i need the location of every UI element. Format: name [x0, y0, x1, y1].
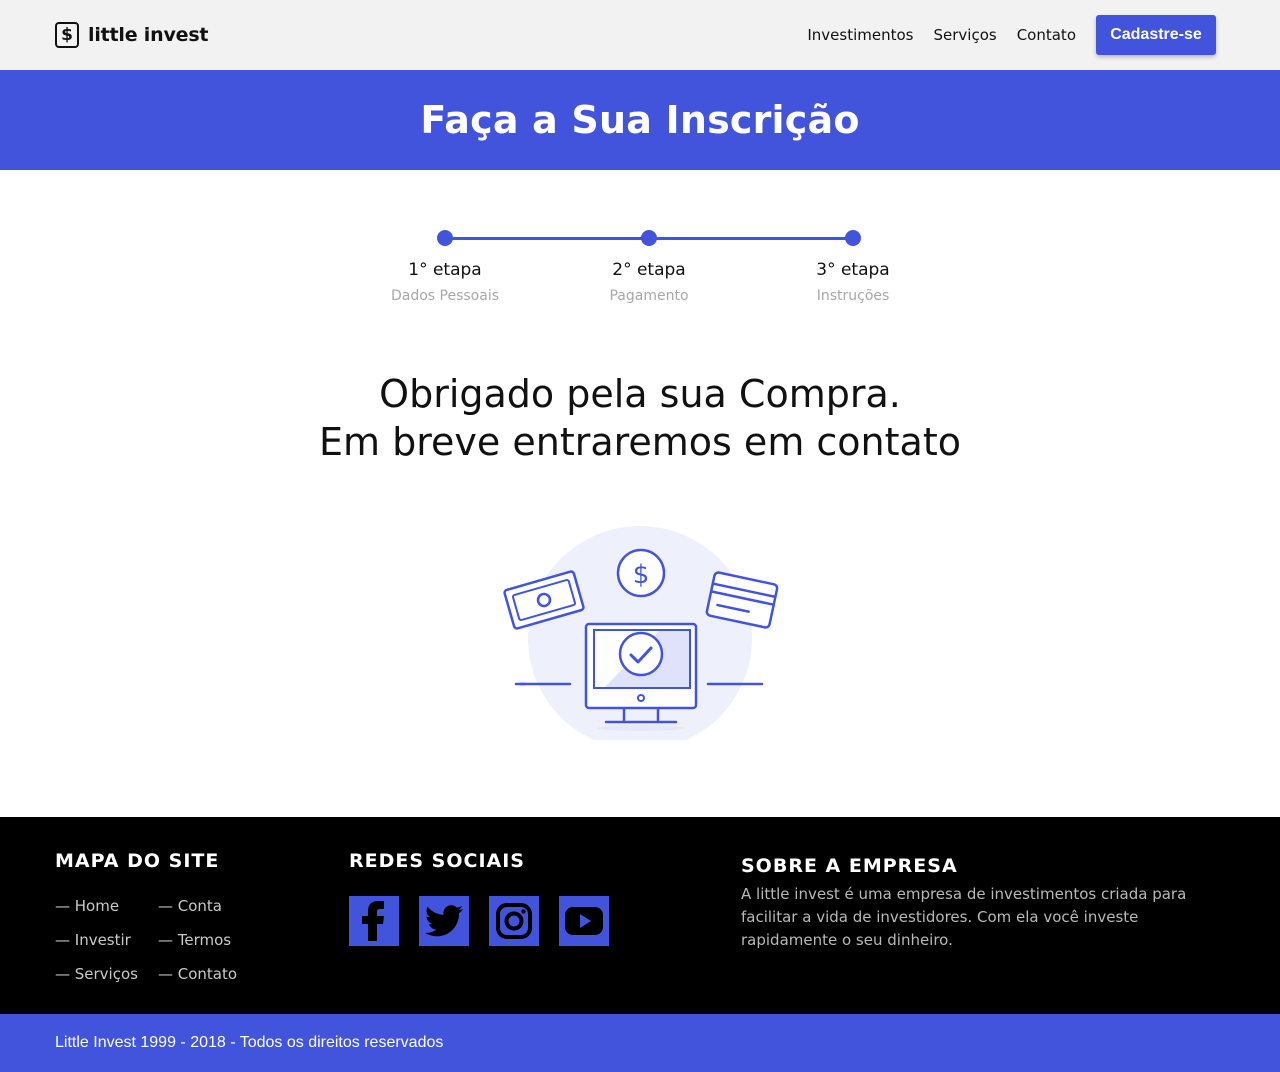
sitemap-home[interactable]: — Home [55, 897, 119, 915]
step-2: 2° etapa Pagamento [564, 220, 734, 304]
step-dot [845, 230, 861, 246]
page-banner: Faça a Sua Inscrição [0, 70, 1280, 170]
step-subtitle: Dados Pessoais [390, 288, 500, 304]
site-footer: MAPA DO SITE — Home — Conta — Investir —… [0, 817, 1280, 1014]
page-title: Faça a Sua Inscrição [420, 98, 860, 142]
sitemap-termos[interactable]: — Termos [158, 931, 231, 949]
copyright-bar: Little Invest 1999 - 2018 - Todos os dir… [0, 1014, 1280, 1072]
signup-button[interactable]: Cadastre-se [1096, 15, 1216, 55]
facebook-icon[interactable] [349, 896, 399, 946]
progress-steps: 1° etapa Dados Pessoais 2° etapa Pagamen… [360, 220, 940, 320]
youtube-icon[interactable] [559, 896, 609, 946]
sitemap-servicos[interactable]: — Serviços [55, 965, 138, 983]
logo[interactable]: $ little invest [55, 22, 209, 48]
payment-illustration-svg: $ [503, 526, 779, 750]
nav-servicos[interactable]: Serviços [934, 26, 997, 44]
social-links [349, 896, 629, 946]
step-3: 3° etapa Instruções [768, 220, 938, 304]
dollar-icon: $ [55, 22, 79, 48]
step-subtitle: Pagamento [609, 288, 689, 304]
step-title: 1° etapa [408, 260, 482, 280]
logo-text: little invest [88, 24, 209, 46]
main-nav: Investimentos Serviços Contato Cadastre-… [807, 15, 1216, 55]
thank-you-line-2: Em breve entraremos em contato [319, 420, 961, 464]
step-subtitle: Instruções [816, 288, 890, 304]
instagram-icon[interactable] [489, 896, 539, 946]
payment-illustration: $ [500, 520, 780, 750]
about-title: SOBRE A EMPRESA [741, 855, 958, 877]
sitemap-contato[interactable]: — Contato [158, 965, 237, 983]
step-1: 1° etapa Dados Pessoais [360, 220, 530, 304]
social-title: REDES SOCIAIS [349, 850, 525, 872]
twitter-icon[interactable] [419, 896, 469, 946]
nav-investimentos[interactable]: Investimentos [807, 26, 913, 44]
step-dot [437, 230, 453, 246]
coin-dollar-icon: $ [616, 548, 666, 598]
step-title: 2° etapa [612, 260, 686, 280]
thank-you-line-1: Obrigado pela sua Compra. [379, 372, 901, 416]
about-text: A little invest é uma empresa de investi… [741, 885, 1187, 949]
sitemap-conta[interactable]: — Conta [158, 897, 222, 915]
svg-text:$: $ [633, 560, 650, 590]
step-title: 3° etapa [816, 260, 890, 280]
sitemap-investir[interactable]: — Investir [55, 931, 131, 949]
step-dot [641, 230, 657, 246]
sitemap-title: MAPA DO SITE [55, 850, 220, 872]
copyright-text: Little Invest 1999 - 2018 - Todos os dir… [55, 1034, 444, 1051]
site-header: $ little invest Investimentos Serviços C… [0, 0, 1280, 70]
nav-contato[interactable]: Contato [1017, 26, 1076, 44]
thank-you-message: Obrigado pela sua Compra. Em breve entra… [0, 370, 1280, 466]
